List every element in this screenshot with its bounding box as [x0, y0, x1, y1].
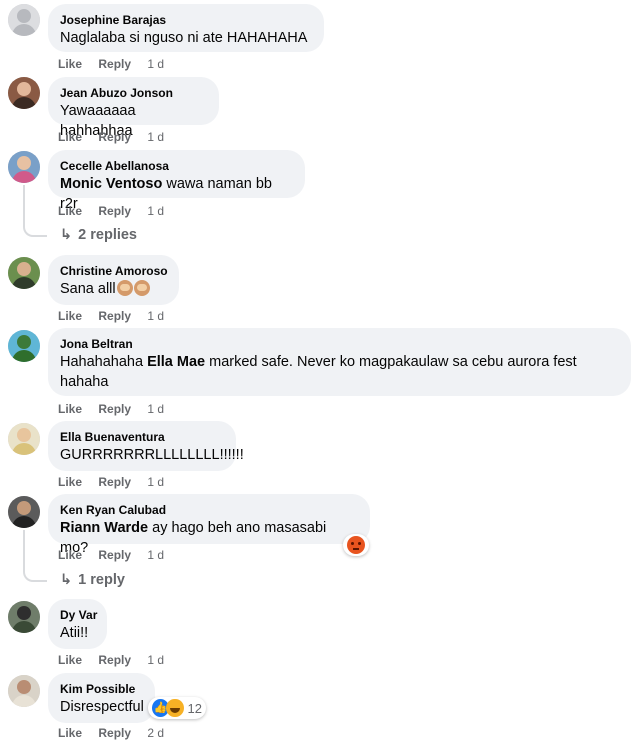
comment-actions: Like Reply 1 d: [58, 130, 164, 144]
comment-text-line2: hahaha: [60, 374, 109, 390]
comment-time[interactable]: 2 d: [147, 726, 164, 740]
avatar[interactable]: [8, 4, 40, 36]
see-no-evil-monkey-icon: [116, 280, 133, 296]
like-button[interactable]: Like: [58, 653, 82, 667]
angry-reaction-icon: [347, 536, 365, 554]
avatar[interactable]: [8, 496, 40, 528]
like-button[interactable]: Like: [58, 204, 82, 218]
reply-arrow-icon: ↳: [60, 572, 73, 588]
comment-author[interactable]: Kim Possible: [60, 681, 143, 697]
thread-line: [23, 185, 25, 221]
see-no-evil-monkey-icon: [133, 280, 150, 296]
reply-button[interactable]: Reply: [98, 653, 131, 667]
reaction-badge[interactable]: [343, 534, 369, 556]
comment-author[interactable]: Ella Buenaventura: [60, 429, 224, 445]
comment-time[interactable]: 1 d: [147, 653, 164, 667]
like-button[interactable]: Like: [58, 548, 82, 562]
comment-actions: Like Reply 1 d: [58, 475, 164, 489]
reply-button[interactable]: Reply: [98, 548, 131, 562]
comment-actions: Like Reply 1 d: [58, 309, 164, 323]
comment-actions: Like Reply 1 d: [58, 57, 164, 71]
comment-time[interactable]: 1 d: [147, 309, 164, 323]
thread-line: [23, 530, 25, 566]
comment-text: GURRRRRRRLLLLLLLL!!!!!!: [60, 447, 244, 463]
comment-text: Disrespectful: [60, 699, 144, 715]
avatar[interactable]: [8, 675, 40, 707]
avatar[interactable]: [8, 330, 40, 362]
comment-actions: Like Reply 2 d: [58, 726, 164, 740]
comment-author[interactable]: Josephine Barajas: [60, 12, 312, 28]
comment-time[interactable]: 1 d: [147, 402, 164, 416]
like-button[interactable]: Like: [58, 309, 82, 323]
comment-bubble: Josephine Barajas Naglalaba si nguso ni …: [48, 4, 324, 52]
mention-tag[interactable]: Riann Warde: [60, 520, 148, 536]
comment-time[interactable]: 1 d: [147, 548, 164, 562]
comment-actions: Like Reply 1 d: [58, 548, 164, 562]
mention-tag[interactable]: Ella Mae: [147, 354, 205, 370]
avatar[interactable]: [8, 423, 40, 455]
comment-actions: Like Reply 1 d: [58, 653, 164, 667]
comment-bubble: Jona Beltran Hahahahaha Ella Mae marked …: [48, 328, 631, 396]
like-button[interactable]: Like: [58, 402, 82, 416]
comment-bubble: Jean Abuzo Jonson Yawaaaaaa hahhahhaa: [48, 77, 219, 139]
comment-bubble: Ella Buenaventura GURRRRRRRLLLLLLLL!!!!!…: [48, 421, 244, 471]
like-button[interactable]: Like: [58, 57, 82, 71]
comment-author[interactable]: Cecelle Abellanosa: [60, 158, 293, 174]
thread-connector: [23, 566, 47, 582]
mention-tag[interactable]: Monic Ventoso: [60, 176, 162, 192]
comment-bubble: Dy Var Atii!!: [48, 599, 107, 649]
reply-button[interactable]: Reply: [98, 726, 131, 740]
avatar[interactable]: [8, 151, 40, 183]
comment-text: Naglalaba si nguso ni ate HAHAHAHA: [60, 30, 308, 46]
avatar[interactable]: [8, 601, 40, 633]
reply-arrow-icon: ↳: [60, 227, 73, 243]
comment-bubble: Cecelle Abellanosa Monic Ventoso wawa na…: [48, 150, 305, 212]
reply-button[interactable]: Reply: [98, 402, 131, 416]
reply-button[interactable]: Reply: [98, 204, 131, 218]
comment-author[interactable]: Ken Ryan Calubad: [60, 502, 358, 518]
reply-button[interactable]: Reply: [98, 475, 131, 489]
comment-text: Sana alll: [60, 279, 167, 299]
comment-author[interactable]: Jona Beltran: [60, 336, 619, 352]
avatar[interactable]: [8, 77, 40, 109]
comment-author[interactable]: Christine Amoroso: [60, 263, 168, 279]
reply-button[interactable]: Reply: [98, 309, 131, 323]
comment-time[interactable]: 1 d: [147, 475, 164, 489]
comment-bubble: Kim Possible Disrespectful: [48, 673, 155, 723]
comment-text: Atii!!: [60, 625, 89, 641]
reaction-count: 12: [187, 700, 202, 716]
comment-author[interactable]: Dy Var: [60, 607, 97, 623]
like-button[interactable]: Like: [58, 475, 82, 489]
avatar[interactable]: [8, 257, 40, 289]
comment-text: Hahahahaha Ella Mae marked safe. Never k…: [60, 354, 577, 370]
like-button[interactable]: Like: [58, 726, 82, 740]
thread-connector: [23, 221, 47, 237]
like-button[interactable]: Like: [58, 130, 82, 144]
reply-button[interactable]: Reply: [98, 57, 131, 71]
comment-author[interactable]: Jean Abuzo Jonson: [60, 85, 207, 101]
comment-actions: Like Reply 1 d: [58, 402, 164, 416]
reaction-badge[interactable]: 👍 12: [148, 697, 206, 719]
reply-button[interactable]: Reply: [98, 130, 131, 144]
view-replies-button[interactable]: ↳ 1 reply: [60, 571, 125, 589]
haha-reaction-icon: [166, 699, 184, 717]
comment-time[interactable]: 1 d: [147, 204, 164, 218]
view-replies-button[interactable]: ↳ 2 replies: [60, 226, 137, 244]
comment-time[interactable]: 1 d: [147, 130, 164, 144]
comment-bubble: Christine Amoroso Sana alll: [48, 255, 179, 305]
comment-actions: Like Reply 1 d: [58, 204, 164, 218]
comment-bubble: Ken Ryan Calubad Riann Warde ay hago beh…: [48, 494, 370, 556]
comment-time[interactable]: 1 d: [147, 57, 164, 71]
